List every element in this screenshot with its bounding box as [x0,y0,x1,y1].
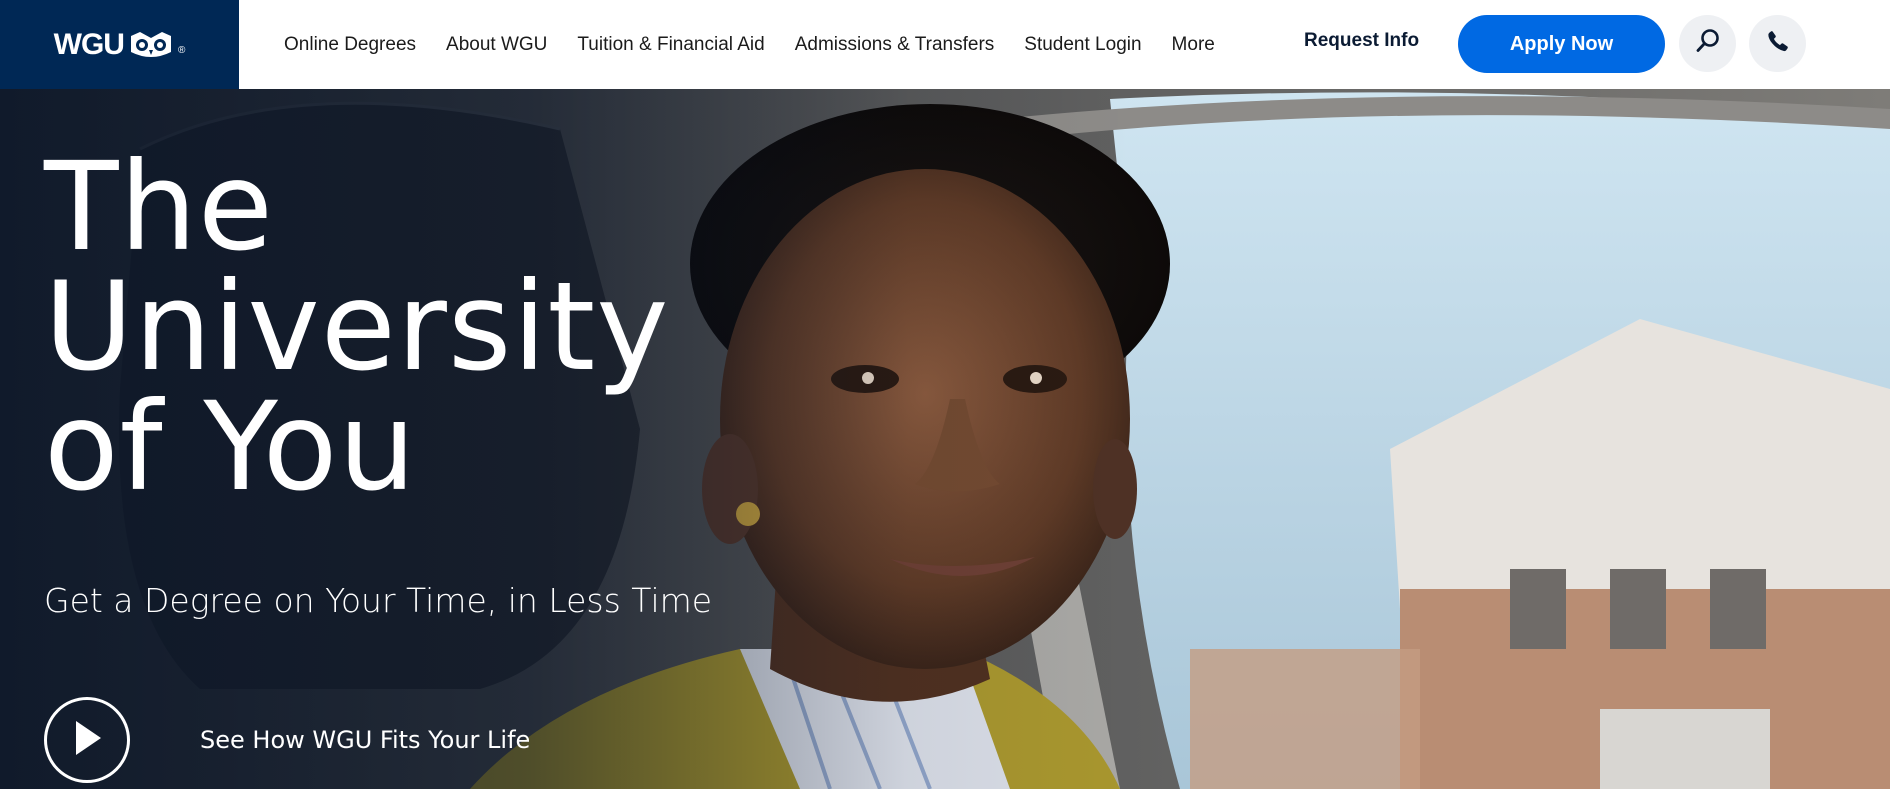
nav-online-degrees[interactable]: Online Degrees [284,34,416,56]
logo-block: WGU ® [0,0,239,89]
hero-title-line: University [44,256,670,398]
hero-title-line: The [44,136,274,278]
hero-title: The University of You [44,136,670,518]
watch-video-link[interactable]: See How WGU Fits Your Life [44,697,530,783]
logo-text: WGU [53,27,125,61]
wgu-logo[interactable]: WGU ® [54,28,186,62]
phone-button[interactable] [1749,15,1806,72]
hero-title-line: of You [44,376,417,518]
apply-now-button[interactable]: Apply Now [1458,15,1665,73]
nav-student-login[interactable]: Student Login [1024,34,1141,56]
watch-video-label: See How WGU Fits Your Life [200,726,531,754]
nav-tuition-financial-aid[interactable]: Tuition & Financial Aid [577,34,764,56]
nav-about-wgu[interactable]: About WGU [446,34,547,56]
hero-subtitle: Get a Degree on Your Time, in Less Time [44,581,713,620]
main-nav: Online Degrees About WGU Tuition & Finan… [284,0,1245,89]
owl-icon [128,30,174,60]
play-button[interactable] [44,697,130,783]
play-icon [70,718,104,763]
request-info-link[interactable]: Request Info [1304,30,1419,52]
nav-admissions-transfers[interactable]: Admissions & Transfers [795,34,995,56]
phone-icon [1766,29,1790,58]
search-button[interactable] [1679,15,1736,72]
search-icon [1695,28,1721,59]
logo-registered-mark: ® [177,44,186,56]
site-header: WGU ® Online Degrees About WGU Tuition &… [0,0,1890,89]
nav-more[interactable]: More [1172,34,1215,56]
hero-section: The University of You Get a Degree on Yo… [0,89,1890,789]
